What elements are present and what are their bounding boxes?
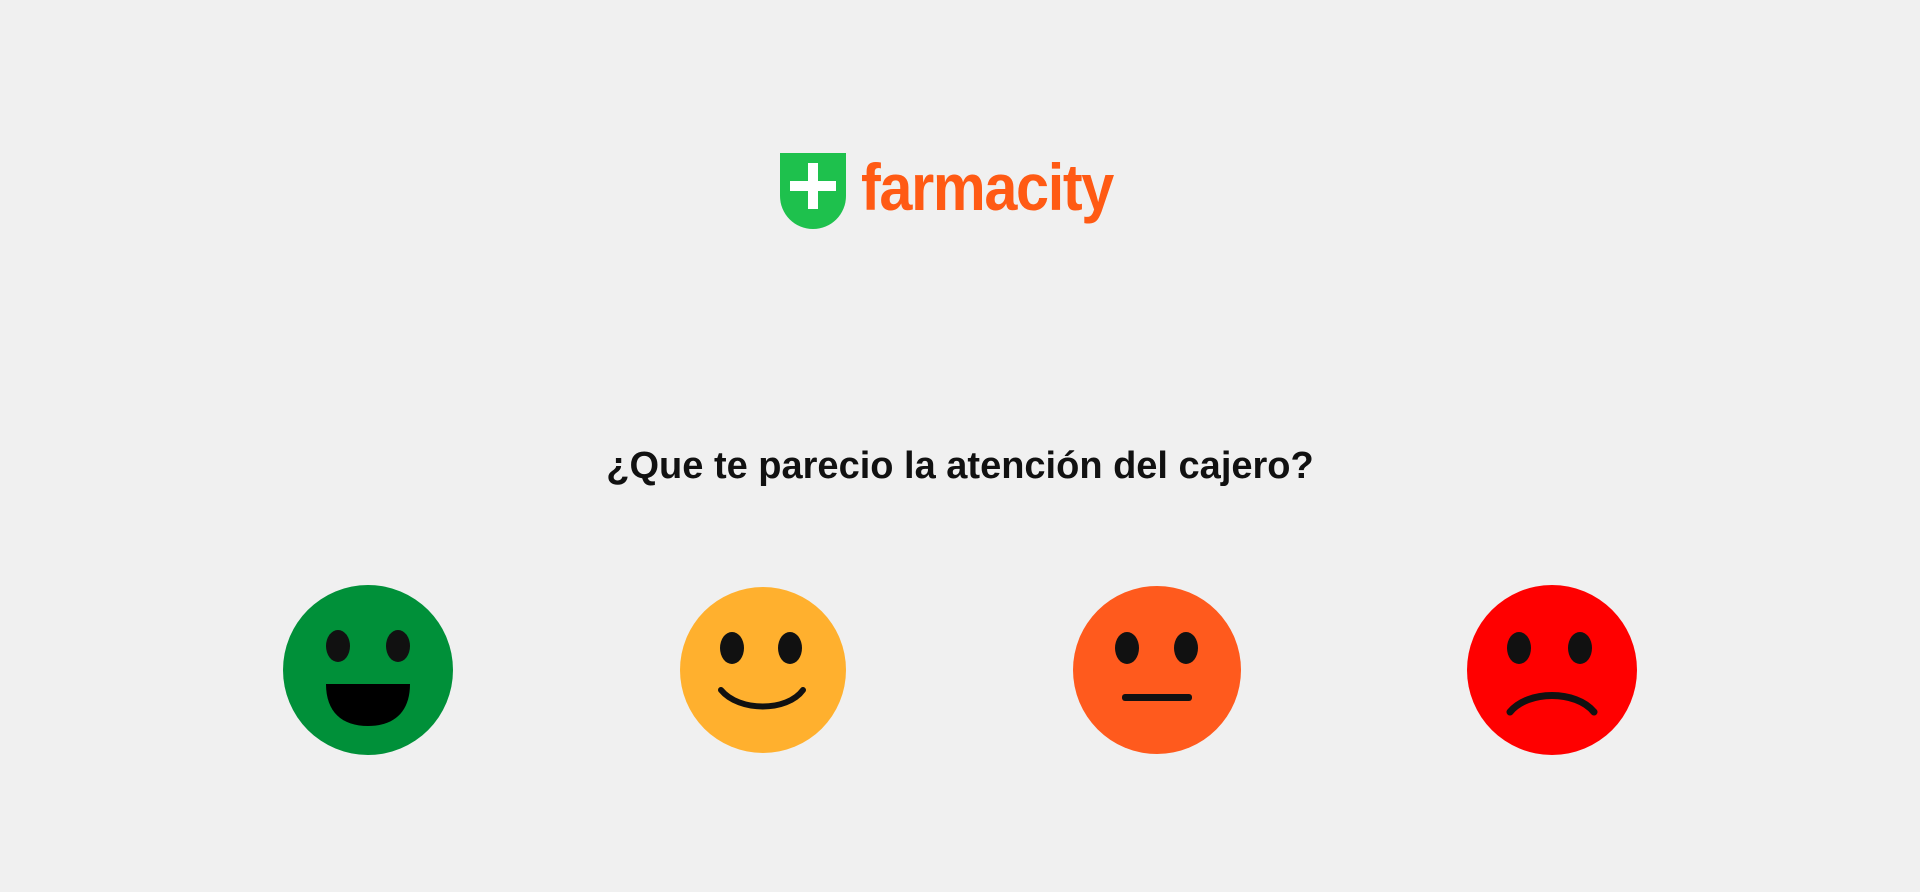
rating-bad-button[interactable] [1466,584,1638,756]
happy-face-icon [680,587,846,753]
brand-logo: farmacity [780,152,1141,230]
rating-very-good-button[interactable] [282,584,454,756]
sad-face-icon [1467,585,1637,755]
neutral-face-icon [1073,586,1241,754]
survey-page: farmacity ¿Que te parecio la atención de… [0,0,1920,892]
survey-question: ¿Que te parecio la atención del cajero? [606,445,1314,487]
rating-neutral-button[interactable] [1071,584,1243,756]
brand-name: farmacity [861,150,1114,224]
rating-good-button[interactable] [677,584,849,756]
plus-shield-icon [780,153,846,229]
very-happy-face-icon [283,585,453,755]
